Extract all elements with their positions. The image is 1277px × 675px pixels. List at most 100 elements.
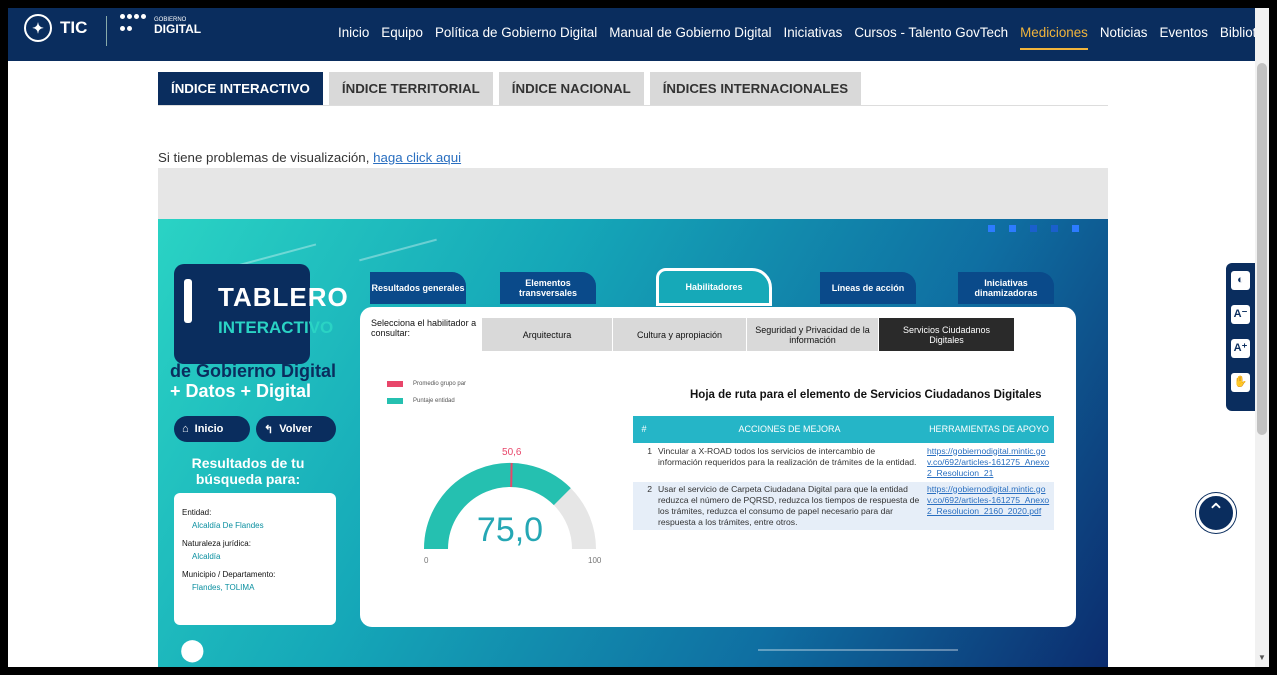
tab-indices-internacionales[interactable]: ÍNDICES INTERNACIONALES (649, 72, 862, 105)
entidad-label: Entidad: (182, 508, 212, 517)
roadmap-header-num[interactable]: # (633, 416, 655, 443)
row-link[interactable]: https://gobiernodigital.mintic.gov.co/69… (924, 442, 1054, 481)
tic-logo[interactable]: ✦ TIC (24, 14, 87, 42)
colombia-seal-icon: ✦ (24, 14, 52, 42)
habilitadores-panel: Selecciona el habilitador a consultar: A… (360, 307, 1076, 627)
tab-indice-nacional[interactable]: ÍNDICE NACIONAL (498, 72, 644, 105)
gauge-min: 0 (424, 556, 429, 565)
nav-inicio[interactable]: Inicio (338, 25, 369, 50)
notice-link[interactable]: haga click aqui (373, 150, 461, 165)
accessibility-toolbar: ◐ A⁻ A⁺ ✋ (1226, 263, 1255, 411)
selector-label: Selecciona el habilitador a consultar: (371, 318, 477, 338)
home-button-label: Inicio (194, 423, 224, 435)
legend-entity-swatch (387, 398, 403, 404)
logo-subtitle: INTERACTIVO (218, 318, 334, 337)
page-scrollbar[interactable]: ▼ (1255, 8, 1269, 667)
roadmap-table: # ACCIONES DE MEJORA HERRAMIENTAS DE APO… (633, 416, 1054, 530)
page-indicator-dots (988, 225, 1079, 232)
logo-title: TABLERO (218, 282, 349, 312)
gauge-max: 100 (588, 556, 602, 565)
decor-streak (359, 238, 437, 262)
tab-indice-territorial[interactable]: ÍNDICE TERRITORIAL (328, 72, 493, 105)
nav-eventos[interactable]: Eventos (1160, 25, 1208, 50)
option-seguridad[interactable]: Seguridad y Privacidad de la información (747, 318, 879, 351)
section-tab-iniciativas[interactable]: Iniciativas dinamizadoras (958, 272, 1054, 304)
legend-entity-label: Puntaje entidad (413, 398, 455, 404)
scrollbar-thumb[interactable] (1257, 63, 1267, 435)
naturaleza-value: Alcaldía (192, 552, 221, 561)
gauge-peer-label: 50,6 (502, 447, 522, 458)
decor-streak (758, 649, 958, 651)
option-servicios-ciudadanos[interactable]: Servicios Ciudadanos Digitales (879, 318, 1015, 351)
decrease-font-icon[interactable]: A⁻ (1231, 305, 1250, 324)
nav-iniciativas[interactable]: Iniciativas (784, 25, 843, 50)
gobierno-digital-icon (120, 14, 146, 36)
nav-politica[interactable]: Política de Gobierno Digital (435, 25, 597, 50)
index-tabs: ÍNDICE INTERACTIVO ÍNDICE TERRITORIAL ÍN… (158, 72, 1108, 106)
gray-banner (158, 168, 1108, 219)
tablero-logo: TABLERO INTERACTIVO (174, 264, 348, 364)
row-action: Usar el servicio de Carpeta Ciudadana Di… (655, 480, 924, 530)
home-icon: ⌂ (182, 423, 189, 435)
roadmap-header-herramientas: HERRAMIENTAS DE APOYO (924, 416, 1054, 443)
section-tab-elementos[interactable]: Elementos transversales (500, 272, 596, 304)
row-num: 2 (633, 480, 655, 530)
legend-peer: Promedio grupo par (387, 381, 466, 387)
top-navbar: ✦ TIC GOBIERNO DIGITAL Inicio Equipo Pol… (8, 8, 1269, 61)
nav-manual[interactable]: Manual de Gobierno Digital (609, 25, 771, 50)
option-arquitectura[interactable]: Arquitectura (482, 318, 613, 351)
roadmap-header-acciones: ACCIONES DE MEJORA (655, 416, 924, 443)
brand-divider (106, 16, 107, 46)
legend-entity: Puntaje entidad (387, 398, 455, 404)
section-tab-lineas[interactable]: Líneas de acción (820, 272, 916, 304)
contrast-icon[interactable]: ◐ (1231, 271, 1250, 290)
row-action: Vincular a X-ROAD todos los servicios de… (655, 442, 924, 481)
dashboard-embed: TABLERO INTERACTIVO de Gobierno Digital … (158, 219, 1108, 667)
back-arrow-icon: ↰ (264, 423, 274, 436)
location-pin-icon: ⬤ (180, 637, 205, 662)
row-link[interactable]: https://gobiernodigital.mintic.gov.co/69… (924, 480, 1054, 530)
roadmap-header-row: # ACCIONES DE MEJORA HERRAMIENTAS DE APO… (633, 416, 1054, 443)
gauge-value: 75,0 (477, 511, 543, 549)
roadmap-title: Hoja de ruta para el elemento de Servici… (690, 389, 1042, 401)
nav-cursos[interactable]: Cursos - Talento GovTech (854, 25, 1008, 50)
visualization-notice: Si tiene problemas de visualización, hag… (158, 150, 461, 165)
legend-peer-swatch (387, 381, 403, 387)
back-button[interactable]: ↰ Volver (256, 416, 336, 442)
gobierno-digital-logo[interactable]: GOBIERNO DIGITAL (120, 14, 201, 36)
nav-noticias[interactable]: Noticias (1100, 25, 1148, 50)
increase-font-icon[interactable]: A⁺ (1231, 339, 1250, 358)
nav-mediciones[interactable]: Mediciones (1020, 25, 1088, 50)
section-tab-habilitadores[interactable]: Habilitadores (656, 268, 772, 306)
gd-bottom-label: DIGITAL (154, 22, 202, 36)
municipio-value: Flandes, TOLIMA (192, 583, 255, 592)
entidad-value: Alcaldía De Flandes (192, 521, 264, 530)
section-tab-resultados[interactable]: Resultados generales (370, 272, 466, 304)
main-nav-links: Inicio Equipo Política de Gobierno Digit… (338, 25, 1269, 50)
chevron-up-icon: ⌃ (1206, 499, 1226, 524)
option-cultura[interactable]: Cultura y apropiación (613, 318, 747, 351)
scroll-to-top-button[interactable]: ⌃ (1196, 493, 1236, 533)
dashboard-tagline: + Datos + Digital (170, 381, 312, 401)
results-panel: Entidad: Alcaldía De Flandes Naturaleza … (174, 493, 336, 625)
tic-label: TIC (60, 18, 88, 37)
habilitador-selector: Arquitectura Cultura y apropiación Segur… (482, 318, 1015, 351)
notice-text: Si tiene problemas de visualización, (158, 150, 374, 165)
legend-peer-label: Promedio grupo par (413, 381, 467, 387)
roadmap-row: 2 Usar el servicio de Carpeta Ciudadana … (633, 480, 1054, 530)
tab-indice-interactivo[interactable]: ÍNDICE INTERACTIVO (158, 72, 323, 105)
nav-equipo[interactable]: Equipo (381, 25, 423, 50)
naturaleza-label: Naturaleza jurídica: (182, 539, 251, 548)
score-gauge: 50,6 75,0 0 100 (424, 447, 602, 565)
roadmap-row: 1 Vincular a X-ROAD todos los servicios … (633, 442, 1054, 481)
browser-viewport: ✦ TIC GOBIERNO DIGITAL Inicio Equipo Pol… (8, 8, 1269, 667)
results-title: Resultados de tu búsqueda para: (191, 455, 305, 487)
sign-language-icon[interactable]: ✋ (1231, 373, 1250, 392)
home-button[interactable]: ⌂ Inicio (174, 416, 250, 442)
scroll-down-arrow-icon[interactable]: ▼ (1258, 653, 1266, 662)
logo-accent-bar (184, 279, 192, 323)
back-button-label: Volver (279, 423, 313, 435)
dashboard-subtitle: de Gobierno Digital (170, 361, 337, 381)
row-num: 1 (633, 442, 655, 481)
municipio-label: Municipio / Departamento: (182, 570, 276, 579)
